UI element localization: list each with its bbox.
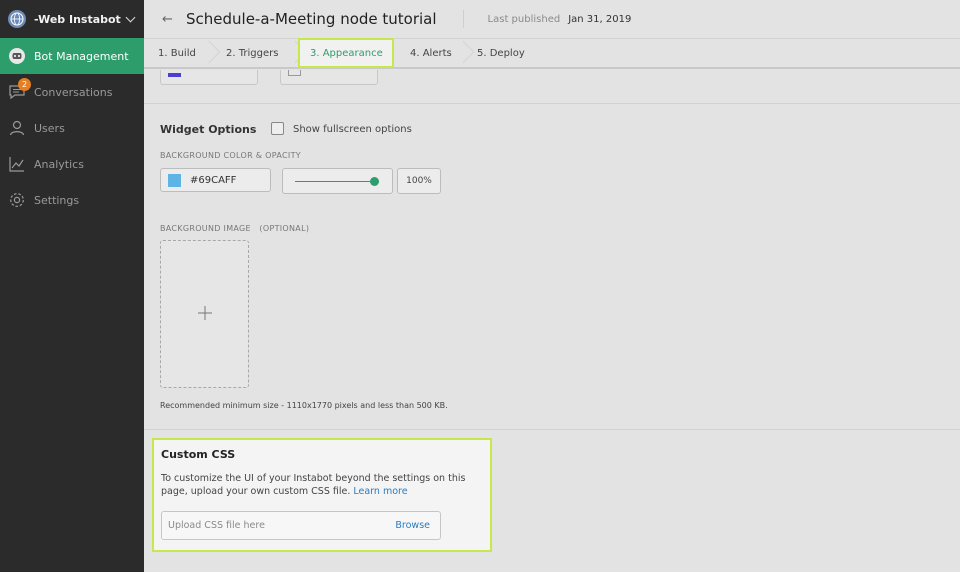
- tab-deploy[interactable]: 5. Deploy: [466, 39, 546, 67]
- analytics-icon: [8, 155, 26, 173]
- user-icon: [8, 119, 26, 137]
- recommend-size-text: Recommended minimum size - 1110x1770 pix…: [160, 401, 448, 410]
- tab-label: 4. Alerts: [410, 47, 452, 59]
- sidebar-item-settings[interactable]: Settings: [0, 182, 144, 218]
- browse-button[interactable]: Browse: [395, 520, 430, 531]
- color-swatch[interactable]: [168, 173, 181, 187]
- slider-track: [295, 181, 374, 182]
- bg-image-upload[interactable]: [160, 240, 249, 388]
- sidebar-item-users[interactable]: Users: [0, 110, 144, 146]
- tab-build[interactable]: 1. Build: [144, 39, 221, 67]
- section-divider: [144, 429, 960, 430]
- workspace-name: -Web Instabot: [34, 12, 121, 26]
- sidebar-item-label: Users: [34, 121, 65, 135]
- unread-badge: 2: [18, 78, 31, 91]
- custom-css-title: Custom CSS: [161, 448, 236, 461]
- sidebar: -Web Instabot Bot Management 2 Conversat…: [0, 0, 144, 572]
- opacity-value[interactable]: 100%: [397, 168, 441, 194]
- chevron-down-icon[interactable]: [125, 12, 136, 22]
- globe-icon: [8, 10, 26, 28]
- bg-color-input[interactable]: #69CAFF: [160, 168, 271, 192]
- bot-icon: [8, 47, 26, 65]
- learn-more-link[interactable]: Learn more: [353, 486, 407, 497]
- header-divider: [462, 10, 464, 28]
- tab-appearance[interactable]: 3. Appearance: [298, 38, 394, 68]
- custom-css-panel: Custom CSS To customize the UI of your I…: [152, 438, 492, 552]
- fullscreen-label: Show fullscreen options: [293, 124, 412, 135]
- published-label: Last published: [487, 13, 561, 25]
- sidebar-item-analytics[interactable]: Analytics: [0, 146, 144, 182]
- gear-icon: [8, 191, 26, 209]
- bg-image-label: BACKGROUND IMAGE (OPTIONAL): [160, 224, 310, 233]
- custom-css-description-text: To customize the UI of your Instabot bey…: [161, 473, 466, 497]
- section-divider: [144, 103, 960, 104]
- opacity-slider[interactable]: [282, 168, 393, 194]
- tab-alerts[interactable]: 4. Alerts: [394, 39, 475, 67]
- tab-triggers[interactable]: 2. Triggers: [212, 39, 307, 67]
- sidebar-item-label: Settings: [34, 193, 80, 207]
- sidebar-item-label: Bot Management: [34, 49, 129, 63]
- sidebar-item-bot-management[interactable]: Bot Management: [0, 38, 144, 74]
- tab-label: 2. Triggers: [226, 47, 279, 59]
- bg-color-label: BACKGROUND COLOR & OPACITY: [160, 151, 301, 160]
- bg-color-value: #69CAFF: [190, 174, 237, 186]
- tab-label: 1. Build: [158, 47, 196, 59]
- widget-options-title: Widget Options: [160, 123, 257, 136]
- tab-label: 3. Appearance: [310, 47, 383, 59]
- published-date: Jan 31, 2019: [568, 13, 632, 25]
- custom-css-description: To customize the UI of your Instabot bey…: [161, 472, 483, 498]
- prev-checkbox[interactable]: [288, 70, 301, 76]
- workspace-switcher[interactable]: -Web Instabot: [0, 0, 144, 38]
- sidebar-item-conversations[interactable]: 2 Conversations: [0, 74, 144, 110]
- page-header: ← Schedule-a-Meeting node tutorial Last …: [144, 0, 960, 39]
- prev-color-input[interactable]: [160, 70, 258, 85]
- css-upload-placeholder: Upload CSS file here: [168, 520, 265, 531]
- css-upload-field[interactable]: Upload CSS file here Browse: [161, 511, 441, 540]
- plus-icon: [197, 302, 213, 327]
- fullscreen-checkbox[interactable]: [271, 122, 284, 135]
- main-content: Widget Options Show fullscreen options B…: [144, 70, 960, 572]
- sidebar-item-label: Conversations: [34, 85, 113, 99]
- step-tabs: 1. Build 2. Triggers 3. Appearance 4. Al…: [144, 38, 960, 69]
- slider-thumb[interactable]: [370, 177, 379, 186]
- tab-label: 5. Deploy: [477, 47, 525, 59]
- page-title: Schedule-a-Meeting node tutorial: [186, 10, 437, 28]
- prev-color-swatch: [168, 73, 181, 77]
- back-arrow-icon[interactable]: ←: [162, 12, 176, 27]
- prev-option-input[interactable]: [280, 70, 378, 85]
- sidebar-item-label: Analytics: [34, 157, 84, 171]
